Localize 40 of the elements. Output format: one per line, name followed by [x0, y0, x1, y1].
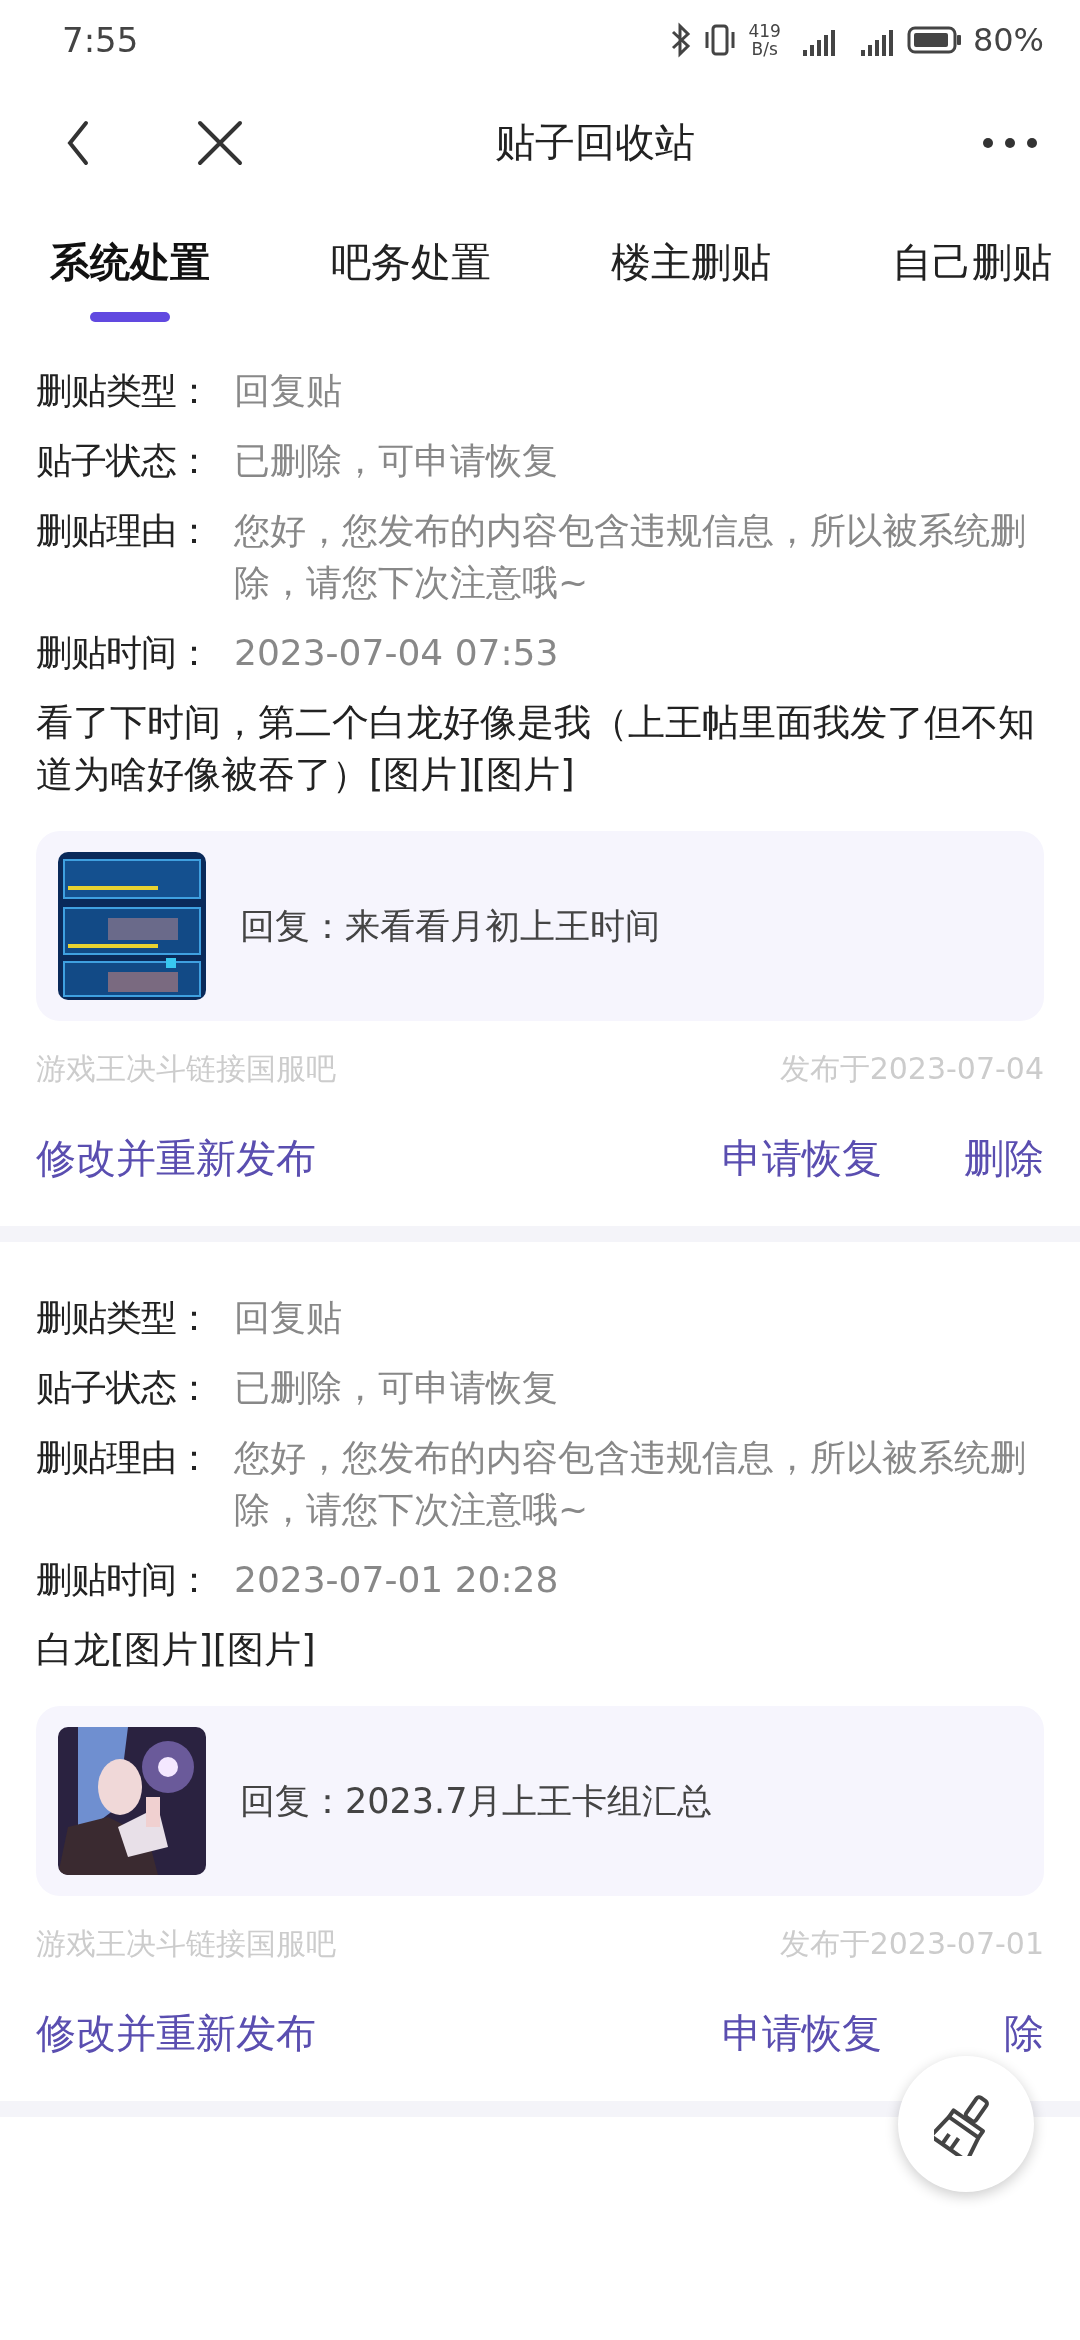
field-label: 删贴类型：	[36, 369, 212, 413]
tab[interactable]: 楼主删贴	[611, 235, 772, 290]
tab[interactable]: 系统处置	[50, 235, 210, 290]
quoted-reply-card[interactable]: 回复：来看看月初上王时间	[36, 831, 1044, 1021]
page-title: 贴子回收站	[494, 118, 696, 167]
reply-title: 回复：来看看月初上王时间	[240, 904, 660, 948]
battery-percent: 80%	[972, 21, 1044, 59]
field-label: 删贴理由：	[36, 1436, 212, 1480]
field-value: 回复贴	[234, 369, 342, 413]
network-speed: 419	[748, 22, 781, 40]
field-value: 已删除，可申请恢复	[234, 1366, 558, 1410]
action-link[interactable]: 删除	[964, 1137, 1044, 1179]
tab[interactable]: 自己删贴	[891, 235, 1052, 290]
action-link[interactable]: 修改并重新发布	[36, 2012, 722, 2054]
field-label: 贴子状态：	[36, 1366, 212, 1410]
field-value: 您好，您发布的内容包含违规信息，所以被系统删除，请您下次注意哦~	[234, 1436, 1027, 1532]
action-link[interactable]: 修改并重新发布	[36, 1137, 722, 1179]
field-label: 贴子状态：	[36, 439, 212, 483]
action-link[interactable]: 申请恢复	[722, 1137, 882, 1179]
field-label: 删贴时间：	[36, 1558, 212, 1602]
quoted-reply-card[interactable]: 回复：2023.7月上王卡组汇总	[36, 1706, 1044, 1896]
reply-title: 回复：2023.7月上王卡组汇总	[240, 1779, 713, 1823]
field-value: 您好，您发布的内容包含违规信息，所以被系统删除，请您下次注意哦~	[234, 509, 1027, 605]
field-value: 2023-07-01 20:28	[234, 1558, 559, 1602]
network-speed-unit: B/s	[751, 40, 778, 58]
battery-icon	[906, 24, 963, 56]
field-value: 2023-07-04 07:53	[234, 631, 559, 675]
action-link[interactable]: 申请恢复	[722, 2012, 882, 2054]
post-content: 看了下时间，第二个白龙好像是我（上王帖里面我发了但不知道为啥好像被吞了）[图片][图片]	[36, 700, 1036, 798]
field-label: 删贴时间：	[36, 631, 212, 675]
field-label: 删贴类型：	[36, 1296, 212, 1340]
clean-button[interactable]	[898, 2056, 1034, 2192]
post-content: 白龙[图片][图片]	[36, 1627, 317, 1673]
bluetooth-icon	[670, 22, 693, 58]
field-value: 已删除，可申请恢复	[234, 439, 558, 483]
action-link[interactable]: 除	[1004, 2012, 1044, 2054]
field-value: 回复贴	[234, 1296, 342, 1340]
status-time: 7:55	[62, 20, 139, 60]
field-label: 删贴理由：	[36, 509, 212, 553]
tab[interactable]: 吧务处置	[330, 235, 491, 290]
